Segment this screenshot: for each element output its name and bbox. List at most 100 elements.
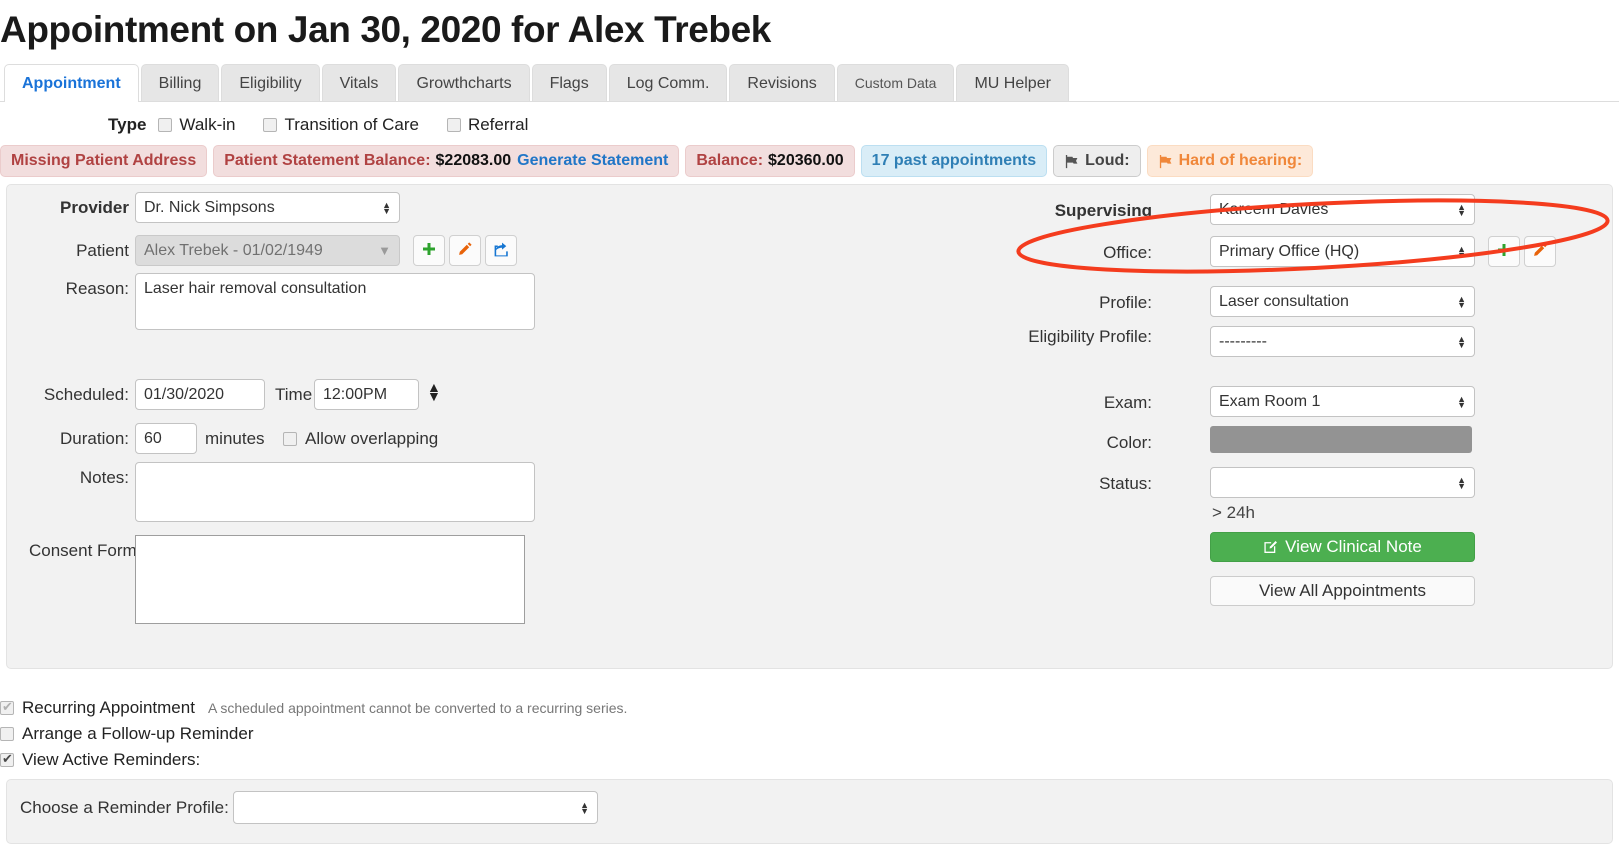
reminder-profile-panel: Choose a Reminder Profile: ▲ ▼ [6,779,1613,844]
flag-icon [1158,154,1173,169]
transition-of-care-label: Transition of Care [284,115,419,134]
followup-reminder-label: Arrange a Follow-up Reminder [22,724,254,743]
color-swatch[interactable] [1210,426,1472,453]
provider-select-wrap[interactable]: Dr. Nick Simpsons ▲ ▼ [135,192,400,223]
tab-log-comm[interactable]: Log Comm. [608,64,728,101]
flag-icon [1064,154,1079,169]
notes-textarea[interactable] [135,462,535,522]
view-active-reminders-row[interactable]: View Active Reminders: [0,750,200,770]
allow-overlapping-label: Allow overlapping [305,429,439,448]
type-label: Type [108,115,147,134]
checkbox-transition-of-care[interactable]: Transition of Care [263,115,419,135]
recurring-appointment-checkbox[interactable] [0,699,14,715]
page-title: Appointment on Jan 30, 2020 for Alex Tre… [0,9,771,50]
balance-amount: $20360.00 [768,152,844,169]
consent-forms-box[interactable] [135,535,525,624]
open-patient-chart-button[interactable] [485,235,517,266]
tab-billing[interactable]: Billing [140,64,220,101]
profile-select-wrap[interactable]: Laser consultation ▲ ▼ [1210,286,1475,317]
status-label: Status: [1099,474,1152,493]
time-input[interactable] [314,379,419,410]
scheduled-date-input[interactable] [135,379,265,410]
add-patient-button[interactable] [413,235,445,266]
badge-loud[interactable]: Loud: [1053,145,1141,177]
allow-overlapping-checkbox[interactable] [283,432,297,446]
supervising-select-wrap[interactable]: Kareem Davies ▲ ▼ [1210,194,1475,225]
tab-appointment[interactable]: Appointment [4,64,139,102]
balance-label: Balance: [696,152,764,169]
supervising-select[interactable]: Kareem Davies [1210,194,1475,225]
walk-in-checkbox[interactable] [158,118,173,132]
plus-icon [1496,242,1512,261]
supervising-label: Supervising [1054,201,1152,220]
exam-label: Exam: [1103,393,1152,412]
alert-badge-bar: Missing Patient Address Patient Statemen… [0,144,1619,178]
reason-label: Reason: [65,279,129,298]
eligibility-profile-label: Eligibility Profile: [1007,325,1152,349]
referral-label: Referral [467,115,529,134]
generate-statement-link[interactable]: Generate Statement [517,146,668,176]
tab-vitals[interactable]: Vitals [321,64,397,101]
minutes-label: minutes [205,429,265,448]
color-label: Color: [1106,433,1152,452]
view-all-appointments-label: View All Appointments [1259,581,1426,600]
appointment-type-row: Type Walk-in Transition of Care Referral [0,110,1619,140]
tab-bar: Appointment Billing Eligibility Vitals G… [0,62,1619,102]
checkbox-referral[interactable]: Referral [446,115,529,135]
badge-patient-statement-balance[interactable]: Patient Statement Balance: $22083.00 Gen… [213,145,680,177]
statement-balance-amount: $22083.00 [435,152,512,169]
badge-missing-patient-address[interactable]: Missing Patient Address [0,145,208,177]
edit-office-button[interactable] [1524,236,1556,267]
notes-label: Notes: [79,468,129,487]
exam-select[interactable]: Exam Room 1 [1210,386,1475,417]
patient-label: Patient [76,241,129,260]
recurring-appointment-hint: A scheduled appointment cannot be conver… [207,700,628,716]
view-active-reminders-checkbox[interactable] [0,751,14,767]
profile-select[interactable]: Laser consultation [1210,286,1475,317]
pencil-icon [457,241,473,260]
office-select-wrap[interactable]: Primary Office (HQ) ▲ ▼ [1210,236,1475,267]
reason-textarea[interactable]: Laser hair removal consultation [135,273,535,330]
recurring-appointment-row[interactable]: Recurring Appointment A scheduled appoin… [0,698,627,718]
view-clinical-note-button[interactable]: View Clinical Note [1210,532,1475,562]
tab-mu-helper[interactable]: MU Helper [956,64,1069,101]
office-select[interactable]: Primary Office (HQ) [1210,236,1475,267]
reminder-profile-select[interactable] [233,791,598,824]
followup-reminder-row[interactable]: Arrange a Follow-up Reminder [0,724,254,744]
add-office-button[interactable] [1488,236,1520,267]
share-external-icon [493,241,510,261]
tab-growthcharts[interactable]: Growthcharts [398,64,530,101]
status-select-wrap[interactable]: ▲ ▼ [1210,467,1475,498]
reminder-profile-select-wrap[interactable]: ▲ ▼ [233,791,598,824]
view-all-appointments-button[interactable]: View All Appointments [1210,576,1475,606]
followup-reminder-checkbox[interactable] [0,727,14,741]
tab-custom-data[interactable]: Custom Data [836,64,955,101]
patient-select[interactable]: Alex Trebek - 01/02/1949 [135,235,400,266]
badge-balance[interactable]: Balance: $20360.00 [685,145,855,177]
status-select[interactable] [1210,467,1475,498]
allow-overlapping-checkbox-wrap[interactable]: Allow overlapping [283,429,438,449]
tab-eligibility[interactable]: Eligibility [221,64,320,101]
edit-patient-button[interactable] [449,235,481,266]
provider-select[interactable]: Dr. Nick Simpsons [135,192,400,223]
scheduled-label: Scheduled: [43,385,129,404]
patient-select-wrap[interactable]: Alex Trebek - 01/02/1949 ▼ [135,235,400,266]
consent-forms-label-text: Consent Forms: [29,541,150,560]
eligibility-profile-select[interactable]: --------- [1210,326,1475,357]
exam-select-wrap[interactable]: Exam Room 1 ▲ ▼ [1210,386,1475,417]
loud-label: Loud: [1085,152,1130,169]
tab-revisions[interactable]: Revisions [729,64,835,101]
view-active-reminders-label: View Active Reminders: [22,750,201,769]
referral-checkbox[interactable] [446,118,461,132]
duration-input[interactable] [135,423,197,454]
eligibility-profile-select-wrap[interactable]: --------- ▲ ▼ [1210,326,1475,357]
reminder-profile-label: Choose a Reminder Profile: [20,798,229,817]
badge-past-appointments[interactable]: 17 past appointments [860,145,1048,177]
transition-of-care-checkbox[interactable] [263,118,278,132]
walk-in-label: Walk-in [179,115,236,134]
time-label: Time [275,385,313,404]
time-stepper[interactable]: ▲ ▼ [427,380,441,403]
tab-flags[interactable]: Flags [531,64,607,101]
checkbox-walk-in[interactable]: Walk-in [158,115,235,135]
badge-hard-of-hearing[interactable]: Hard of hearing: [1146,145,1314,177]
